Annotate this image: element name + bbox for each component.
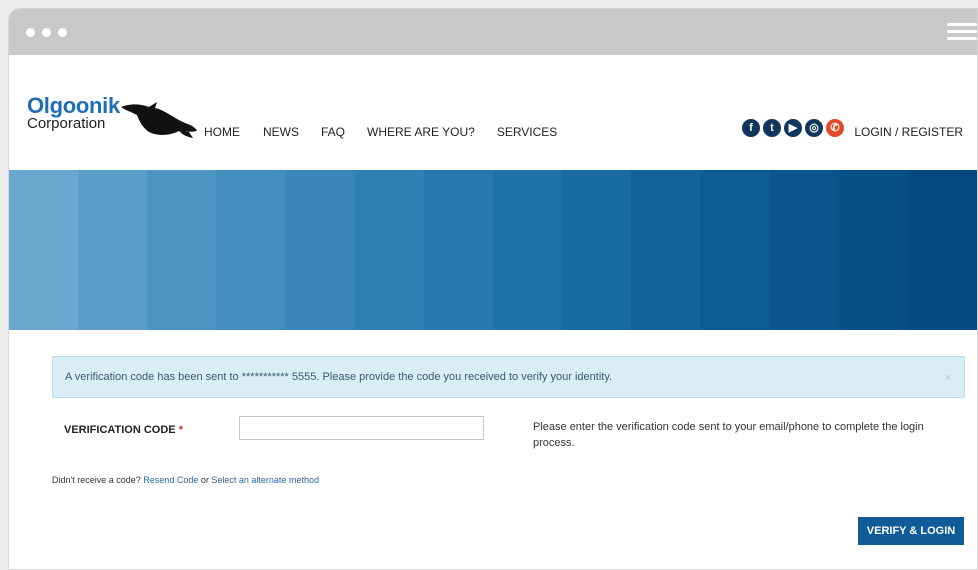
banner-stripe <box>907 170 977 330</box>
window-control-minimize[interactable] <box>42 28 51 37</box>
facebook-icon[interactable]: f <box>742 119 760 137</box>
help-text: Please enter the verification code sent … <box>533 421 924 449</box>
verification-code-label-text: VERIFICATION CODE <box>64 424 176 436</box>
banner-stripe <box>838 170 908 330</box>
banner-stripe <box>631 170 701 330</box>
verification-panel: A verification code has been sent to ***… <box>9 330 977 569</box>
social-links: f t ▶ ◎ ✆ <box>742 119 844 137</box>
twitter-icon[interactable]: t <box>763 119 781 137</box>
window-titlebar <box>9 9 977 55</box>
banner-stripe <box>562 170 632 330</box>
resend-or: or <box>200 475 209 485</box>
logo[interactable]: Olgoonik Corporation <box>27 93 202 145</box>
main-nav: HOME NEWS FAQ WHERE ARE YOU? SERVICES <box>204 125 579 139</box>
banner-stripe <box>78 170 148 330</box>
resend-code-link[interactable]: Resend Code <box>143 475 198 485</box>
logo-subtitle: Corporation <box>27 115 106 132</box>
verification-code-input[interactable] <box>239 416 484 440</box>
banner-stripe <box>9 170 79 330</box>
info-alert: A verification code has been sent to ***… <box>52 356 965 398</box>
phone-icon[interactable]: ✆ <box>826 119 844 137</box>
banner-stripe <box>216 170 286 330</box>
verify-login-button[interactable]: VERIFY & LOGIN <box>858 517 964 545</box>
instagram-icon[interactable]: ◎ <box>805 119 823 137</box>
nav-item-faq[interactable]: FAQ <box>321 125 345 139</box>
site-header: Olgoonik Corporation HOME NEWS FAQ WHERE… <box>9 55 977 170</box>
window-control-close[interactable] <box>26 28 35 37</box>
banner-stripe <box>354 170 424 330</box>
menu-icon[interactable] <box>947 23 977 41</box>
nav-item-where-are-you[interactable]: WHERE ARE YOU? <box>367 125 475 139</box>
close-icon[interactable]: × <box>944 370 952 385</box>
banner-stripe <box>147 170 217 330</box>
banner-stripe <box>700 170 770 330</box>
alert-message: A verification code has been sent to ***… <box>65 371 613 383</box>
banner-stripe <box>285 170 355 330</box>
nav-item-news[interactable]: NEWS <box>263 125 299 139</box>
whale-icon <box>121 102 197 138</box>
banner-stripe <box>492 170 563 330</box>
banner-stripe <box>423 170 493 330</box>
nav-item-home[interactable]: HOME <box>204 125 240 139</box>
login-register-link[interactable]: LOGIN / REGISTER <box>854 125 963 139</box>
youtube-icon[interactable]: ▶ <box>784 119 802 137</box>
browser-window: Olgoonik Corporation HOME NEWS FAQ WHERE… <box>8 8 978 570</box>
required-marker: * <box>178 424 183 436</box>
nav-item-services[interactable]: SERVICES <box>497 125 557 139</box>
hero-banner <box>9 170 977 330</box>
window-control-maximize[interactable] <box>58 28 67 37</box>
alternate-method-link[interactable]: Select an alternate method <box>211 475 319 485</box>
banner-stripe <box>769 170 839 330</box>
verification-code-label: VERIFICATION CODE * <box>64 424 183 436</box>
resend-options: Didn't receive a code? Resend Code or Se… <box>52 475 319 485</box>
resend-prompt: Didn't receive a code? <box>52 475 141 485</box>
